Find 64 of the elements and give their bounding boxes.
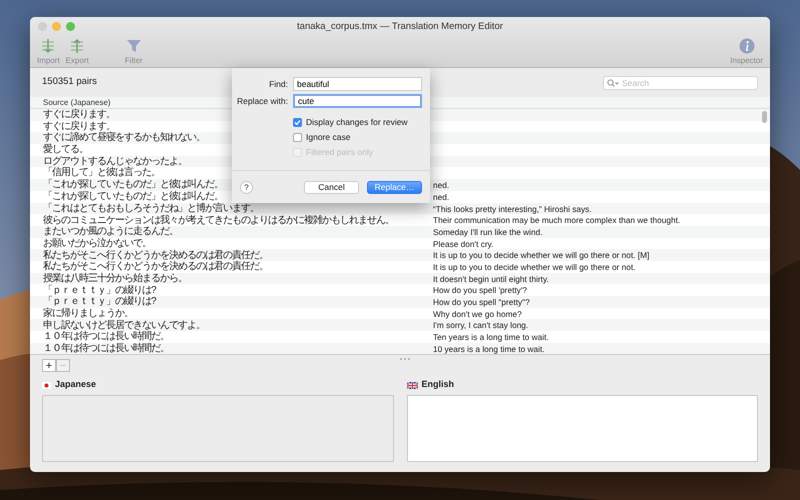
language-label: English [422, 378, 454, 392]
source-cell-text: 「ｐｒｅｔｔｙ」の綴りは? [43, 284, 156, 296]
import-icon [40, 38, 56, 54]
source-cell-text: 私たちがそこへ行くかどうかを決めるのは君の責任だ。 [43, 250, 268, 261]
source-cell-text: 「信用して」と彼は言った。 [43, 167, 160, 178]
splitter-handle[interactable] [400, 358, 410, 360]
zoom-button[interactable] [66, 22, 75, 31]
source-cell-text: すぐに戻ります。 [43, 109, 115, 120]
source-cell-text: 家に帰りましょうか。 [43, 308, 133, 320]
source-cell-text: １０年は待つには長い時間だ。 [43, 331, 169, 342]
field-label: Find: [268, 78, 288, 90]
cancel-button[interactable]: Cancel [304, 180, 359, 194]
source-cell-text: 私たちがそこへ行くかどうかを決めるのは君の責任だ。 [43, 261, 268, 272]
text-editor[interactable] [406, 394, 758, 462]
close-button[interactable] [38, 22, 47, 31]
target-cell: Please don't cry. [433, 238, 494, 250]
source-cell-text: 授業は八時三十分から始まるから。 [43, 272, 187, 284]
target-cell: It doesn't begin until eight thirty. [433, 272, 549, 286]
minimize-button[interactable] [52, 22, 61, 31]
source-cell: １０年は待つには長い時間だ。 [43, 343, 169, 355]
export-icon [69, 38, 86, 54]
source-cell-text: 「ｐｒｅｔｔｙ」の綴りは? [43, 296, 156, 308]
source-cell-text: すぐに諦めて昼寝をするかも知れない。 [43, 132, 205, 144]
source-cell-text: またいつか風のように走るんだ。 [43, 226, 178, 238]
target-cell: I'm sorry, I can't stay long. [433, 319, 528, 332]
target-cell: It is up to you to decide whether we will go there or not. [M] [433, 249, 650, 262]
scrollbar-thumb[interactable] [762, 111, 767, 123]
target-cell: It is up to you to decide whether we will go there or not. [433, 260, 636, 274]
source-cell: 愛してる。 [43, 144, 88, 156]
pair-count: 150351 pairs [42, 75, 97, 90]
language-label: Japanese [55, 378, 96, 392]
help-button[interactable]: ? [240, 180, 253, 194]
info-icon [738, 38, 755, 54]
add-button[interactable]: + [42, 359, 56, 372]
source-cell-text: 「これが探していたものだ」と彼は叫んだ。 [43, 179, 223, 190]
field-label: Replace with: [236, 94, 288, 108]
find-field[interactable]: beautiful [293, 77, 422, 91]
target-cell: How do you spell 'pretty'? [433, 284, 528, 297]
target-cell: Ten years is a long time to wait. [433, 331, 549, 344]
target-cell: “This looks pretty interesting,” Hiroshi says. [433, 202, 592, 215]
japan-flag-icon [42, 382, 51, 389]
window-title: tanaka_corpus.tmx — Translation Memory Editor [297, 20, 503, 34]
source-cell-text: ログアウトするんじゃなかったよ。 [43, 156, 187, 167]
source-cell-text: 「これが探していたものだ」と彼は叫んだ。 [43, 191, 223, 202]
source-cell-text: すぐに戻ります。 [43, 120, 115, 132]
checkbox-label[interactable]: Ignore case [306, 130, 350, 144]
uk-flag-icon [406, 382, 418, 389]
checkbox[interactable] [293, 118, 302, 126]
target-cell: ned. [433, 190, 450, 204]
target-cell: 10 years is a long time to wait. [433, 342, 545, 356]
search-field[interactable]: Search [603, 76, 758, 90]
source-cell-text: 「これはとてもおもしろそうだね」と博が言います。 [43, 202, 259, 214]
source-cell-text: 申し訳ないけど長居できないんですよ。 [43, 320, 205, 331]
source-cell-text: 彼らのコミュニケーションは我々が考えてきたものよりはるかに複雑かもしれません。 [43, 214, 394, 226]
target-cell: Someday I'll run like the wind. [433, 226, 542, 238]
target-cell: ned. [433, 179, 450, 192]
target-cell: Why don't we go home? [433, 308, 522, 320]
checkbox[interactable] [293, 132, 302, 142]
target-cell: How do you spell "pretty"? [433, 296, 530, 308]
source-cell: お願いだから泣かないで。 [43, 238, 151, 250]
replace-field[interactable]: cute [293, 94, 422, 108]
filter-icon [126, 38, 142, 54]
checkbox-label[interactable]: Display changes for review [306, 116, 408, 128]
target-cell: Their communication may be much more complex than we thought. [433, 214, 680, 227]
